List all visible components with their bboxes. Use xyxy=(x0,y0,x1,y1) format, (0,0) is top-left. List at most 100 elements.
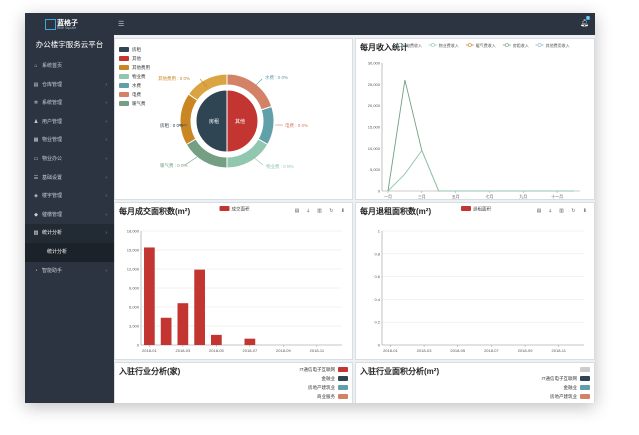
y-tick-label: 25,000 xyxy=(368,82,381,87)
pie-outer-slice[interactable] xyxy=(257,105,275,146)
y-tick-label: 5,000 xyxy=(370,167,381,172)
submenu-item[interactable]: 统计分析 xyxy=(25,242,114,262)
sidebar-item[interactable]: ▥ 统计分析 › xyxy=(25,224,114,243)
pie-callout-label: 房租 : 0 0% xyxy=(160,122,183,129)
x-tick-label: 2018-03 xyxy=(176,348,191,353)
monthly-return-panel: 每月退租面积数(m²) ▤ ⍋ ▥ ↻ ⬇︎ 退租面积 0 0.2 0.4 0.6 0.8… xyxy=(355,202,595,360)
bar[interactable] xyxy=(194,269,205,345)
legend-item[interactable] xyxy=(542,365,590,374)
print-icon: ▭ xyxy=(33,155,39,162)
income-pie-chart: 房租 其他 其他费用 : 0 0% 水费 : 0 0% 房租 : 0 0% 电费 : 0 … xyxy=(158,73,308,170)
x-tick-label: 2018-09 xyxy=(276,348,291,353)
app-window: 蓝格子 Blue Square 办公楼宇服务云平台 ⌂ 系统首页 ▤ 仓库管理 › ✲ 系统… xyxy=(25,13,595,403)
bar[interactable] xyxy=(160,317,172,345)
sidebar-item[interactable]: ▤ 仓库管理 › xyxy=(25,76,114,95)
legend-swatch xyxy=(338,367,348,373)
legend-item[interactable]: IT通信电子互联网 xyxy=(541,374,590,383)
x-tick-label: 三月 xyxy=(418,194,426,199)
legend-label: 电费收入 xyxy=(406,42,422,48)
bar-legend[interactable]: 成交面积 xyxy=(219,205,250,212)
pie-callout-line xyxy=(254,78,263,87)
line-legend-item[interactable]: 房租收入 xyxy=(502,42,529,48)
logo-subtitle: Blue Square xyxy=(57,26,77,30)
pie-outer-slice[interactable] xyxy=(179,93,199,146)
legend-item[interactable]: 房地产建筑业 xyxy=(542,392,590,401)
chevron-right-icon: › xyxy=(105,81,107,88)
topbar: ☰ 🔔︎ 5 FH ▾ xyxy=(114,13,595,35)
bar[interactable] xyxy=(144,247,155,345)
y-tick-label: 0.6 xyxy=(374,274,380,279)
monthly-return-chart: 退租面积 0 0.2 0.4 0.6 0.8 1 2018-01 2018-03 2018-05 2… xyxy=(374,205,584,353)
legend-item[interactable]: 金融业 xyxy=(542,383,590,392)
sidebar: 蓝格子 Blue Square 办公楼宇服务云平台 ⌂ 系统首页 ▤ 仓库管理 › ✲ 系统… xyxy=(25,13,114,403)
legend-label: 金融业 xyxy=(563,385,578,390)
x-tick-label: 2018-05 xyxy=(209,348,224,353)
bar-legend[interactable]: 退租面积 xyxy=(461,205,491,212)
legend-label: 房地产建筑业 xyxy=(550,394,577,399)
monthly-income-chart: 电费收入 物业费收入 暖气费收入 房租收入 其他费用收入 0 5,000 10,000 15,0… xyxy=(368,42,580,199)
home-icon: ⌂ xyxy=(34,63,38,69)
logo: 蓝格子 Blue Square 办公楼宇服务云平台 xyxy=(25,13,114,55)
monthly-deal-panel: 每月成交面积数(m²) ▤ ⍋ ▥ ↻ ⬇︎ 成交面积 0 3,000 6,000 9,… xyxy=(114,202,353,360)
y-tick-label: 0 xyxy=(378,343,381,348)
sidebar-item-label: 仓库管理 xyxy=(42,81,63,88)
pie-callout-line xyxy=(252,156,264,166)
line-legend-item[interactable]: 其他费用收入 xyxy=(535,42,570,48)
sidebar-item-label: 物业管理 xyxy=(42,137,63,144)
y-tick-label: 18,000 xyxy=(127,229,140,234)
legend-item[interactable]: IT通信电子互联网 xyxy=(300,365,348,374)
legend-item[interactable]: 商业服务 xyxy=(300,392,348,401)
sidebar-item[interactable]: ☰ 基础设置 › xyxy=(25,169,114,188)
logo-icon xyxy=(45,19,56,30)
sidebar-item[interactable]: ▦ 物业管理 › xyxy=(25,131,114,150)
y-tick-label: 10,000 xyxy=(368,146,381,151)
legend-label: IT通信电子互联网 xyxy=(541,376,578,381)
sidebar-item[interactable]: ◔ 智能助手 › xyxy=(25,262,114,281)
sidebar-item-label: 催缴管理 xyxy=(42,211,63,218)
legend-label: 商业服务 xyxy=(317,394,335,399)
line-series[interactable] xyxy=(387,149,574,192)
tag-icon: ◆ xyxy=(34,211,38,218)
x-tick-label: 2018-05 xyxy=(450,348,465,353)
x-tick-label: 2018-07 xyxy=(243,348,258,353)
y-tick-label: 30,000 xyxy=(368,61,381,66)
line-series[interactable] xyxy=(387,79,574,192)
sidebar-item[interactable]: ⌂ 系统首页 xyxy=(25,57,114,76)
sidebar-item-label: 系统首页 xyxy=(42,63,63,69)
list-icon: ☰ xyxy=(33,174,39,181)
legend-label: 金融业 xyxy=(321,376,336,381)
bar[interactable] xyxy=(244,338,256,345)
x-tick-label: 一月 xyxy=(384,194,392,199)
line-legend-item[interactable]: 电费收入 xyxy=(396,42,422,48)
sidebar-item[interactable]: ✲ 系统管理 › xyxy=(25,94,114,113)
legend-item[interactable]: 金融业 xyxy=(300,374,348,383)
x-tick-label: 2018-03 xyxy=(417,348,432,353)
sidebar-item[interactable]: ▭ 物业办公 › xyxy=(25,150,114,169)
x-tick-label: 五月 xyxy=(452,194,460,199)
legend-item[interactable]: 房地产建筑业 xyxy=(300,383,348,392)
line-legend-item[interactable]: 物业费收入 xyxy=(428,42,459,48)
x-tick-label: 十一月 xyxy=(551,193,563,199)
sidebar-item[interactable]: ◈ 楼宇管理 › xyxy=(25,187,114,206)
sidebar-item-label: 智能助手 xyxy=(42,267,63,274)
bar-chart-icon: ▥ xyxy=(33,230,39,237)
x-tick-label: 九月 xyxy=(519,193,527,199)
chevron-right-icon: › xyxy=(105,155,107,162)
y-tick-label: 15,000 xyxy=(368,125,381,130)
bar[interactable] xyxy=(177,303,189,345)
line-legend-item[interactable]: 暖气费收入 xyxy=(465,42,496,48)
legend-label: 物业费收入 xyxy=(439,42,459,48)
sidebar-item[interactable]: ◆ 催缴管理 › xyxy=(25,206,114,225)
chevron-right-icon: › xyxy=(105,267,107,274)
bell-icon[interactable]: 🔔︎ xyxy=(580,19,589,27)
bar[interactable] xyxy=(211,334,222,345)
y-tick-label: 1 xyxy=(378,229,381,234)
menu-toggle-icon[interactable]: ☰ xyxy=(118,20,124,28)
gear-icon: ✲ xyxy=(33,100,39,107)
industry-area-panel: 入驻行业面积分析(m²) IT通信电子互联网 金融业 房地产建筑业 xyxy=(355,362,595,403)
sidebar-item[interactable]: ♟ 用户管理 › xyxy=(25,113,114,132)
cart-icon: ▤ xyxy=(33,81,39,88)
pie-callout-label: 物业费 : 0 0% xyxy=(266,163,294,170)
x-tick-label: 七月 xyxy=(485,193,493,199)
legend-swatch xyxy=(338,394,348,400)
